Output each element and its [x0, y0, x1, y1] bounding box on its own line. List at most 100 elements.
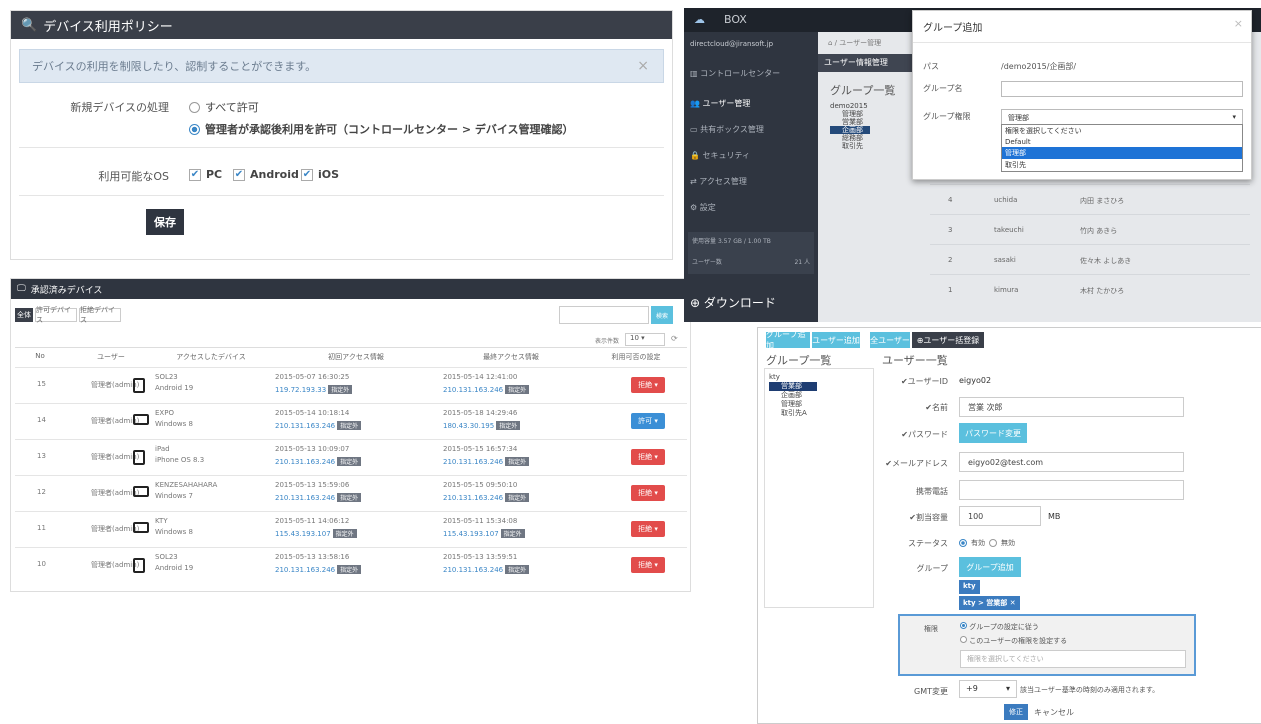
email-input[interactable]: eigyo02@test.com	[959, 452, 1184, 472]
os-label: 利用可能なOS	[98, 170, 169, 183]
group-add-screen: ☁ BOX directcloud@jiransoft.jp ▥ コントロールセ…	[684, 8, 1261, 322]
device-policy-panel: 🔍 デバイス利用ポリシー デバイスの利用を制限したり、認制することができます。 …	[10, 10, 673, 260]
account-email: directcloud@jiransoft.jp	[690, 40, 774, 48]
col-user: ユーザー	[97, 353, 125, 361]
cell-first-ip[interactable]: 210.131.163.246 指定外	[275, 421, 362, 430]
cell-os: Windows 7	[155, 492, 193, 500]
os-android-checkbox[interactable]: ✔ Android	[233, 168, 299, 181]
cell-first: 2015-05-14 10:18:14	[275, 409, 350, 417]
cell-first: 2015-05-07 16:30:25	[275, 373, 350, 381]
cell-last-ip[interactable]: 115.43.193.107 指定外	[443, 529, 525, 538]
radio-icon	[960, 622, 967, 629]
permission-toggle-button[interactable]: 拒絶 ▾	[631, 377, 665, 393]
cell-last: 2015-05-18 14:29:46	[443, 409, 518, 417]
cell-first-ip[interactable]: 119.72.193.33 指定外	[275, 385, 353, 394]
auth-select[interactable]: 権限を選択してください	[960, 650, 1186, 668]
change-password-button[interactable]: パスワード変更	[959, 423, 1027, 443]
divider	[19, 147, 664, 148]
permission-toggle-button[interactable]: 許可 ▾	[631, 413, 665, 429]
group-name-input[interactable]	[1001, 81, 1243, 97]
os-ios-checkbox[interactable]: ✔ iOS	[301, 168, 339, 181]
download-button[interactable]: ⊕ ダウンロード	[690, 294, 776, 311]
uid-label: ✔ユーザーID	[900, 377, 948, 386]
status-radios[interactable]: 有効 無効	[959, 538, 1015, 548]
tab-allowed[interactable]: 許可デバイス	[35, 306, 77, 324]
cell-first-ip[interactable]: 210.131.163.246 指定外	[275, 457, 362, 466]
per-page-select[interactable]: 10 ▾	[625, 333, 665, 346]
all-users-button[interactable]: 全ユーザー	[870, 332, 910, 348]
group-tree[interactable]: kty 営業部 企画部 管理部 取引先A	[765, 369, 873, 422]
option[interactable]: Default	[1002, 137, 1242, 147]
cell-first-ip[interactable]: 115.43.193.107 指定外	[275, 529, 357, 538]
cell-no: 10	[37, 560, 46, 568]
add-user-button[interactable]: ユーザー追加	[812, 332, 860, 348]
submit-button[interactable]: 修正	[1004, 704, 1028, 720]
chart-icon: ▥	[690, 69, 701, 78]
cell-first-ip[interactable]: 210.131.163.246 指定外	[275, 493, 362, 502]
gmt-note: 該当ユーザー基準の時刻のみ適用されます。	[1020, 686, 1160, 694]
tab-all[interactable]: 全体	[15, 308, 33, 322]
permission-toggle-button[interactable]: 拒絶 ▾	[631, 557, 665, 573]
sidebar-item-settings[interactable]: ⚙ 設定	[690, 202, 716, 213]
cell-first: 2015-05-13 13:58:16	[275, 553, 350, 561]
col-device: アクセスしたデバイス	[176, 353, 246, 361]
sidebar-item-security[interactable]: 🔒 セキュリティ	[690, 150, 750, 161]
tab-denied[interactable]: 拒絶デバイス	[79, 306, 121, 324]
devices-title: 承認済みデバイス	[30, 285, 103, 296]
radio-allow-all[interactable]: すべて許可	[189, 99, 259, 115]
auth-option-follow[interactable]: グループの設定に従う	[960, 622, 1039, 632]
sidebar-item-access[interactable]: ⇄ アクセス管理	[690, 176, 747, 187]
cell-os: Android 19	[155, 384, 194, 392]
os-pc-checkbox[interactable]: ✔ PC	[189, 168, 222, 181]
col-first-access: 初回アクセス情報	[328, 353, 384, 361]
cell-last-ip[interactable]: 180.43.30.195 指定外	[443, 421, 521, 430]
close-icon[interactable]: ×	[1234, 17, 1243, 30]
auth-option-custom[interactable]: このユーザーの権限を設定する	[960, 636, 1067, 646]
sidebar-item-control[interactable]: ▥ コントロールセンター	[690, 68, 780, 79]
group-tree[interactable]: demo2015 管理部 営業部 企画部 総務部 取引先	[830, 102, 870, 150]
new-device-label: 新規デバイスの処理	[70, 101, 169, 114]
uid-value: eigyo02	[959, 376, 992, 385]
monitor-icon: 🖵	[17, 284, 26, 294]
gmt-select[interactable]: +9 ▾	[959, 680, 1017, 698]
sidebar-item-shared[interactable]: ▭ 共有ボックス管理	[690, 124, 764, 135]
bulk-register-button[interactable]: ⊕ ユーザー括登録	[912, 332, 984, 348]
group-auth-select[interactable]: 管理部 ▾	[1001, 109, 1243, 125]
col-permission: 利用可否の設定	[611, 353, 661, 361]
auth-label: 権限	[924, 625, 938, 633]
option[interactable]: 権限を選択してください	[1002, 125, 1242, 137]
table-row: 13 管理者(admin) iPad iPhone OS 8.3 2015-05…	[15, 439, 687, 474]
cell-last-ip[interactable]: 210.131.163.246 指定外	[443, 385, 530, 394]
group-list-title: グループ一覧	[830, 84, 896, 97]
group-tree-box: kty 営業部 企画部 管理部 取引先A	[764, 368, 874, 608]
cancel-button[interactable]: キャンセル	[1031, 704, 1077, 720]
save-button[interactable]: 保存	[146, 209, 184, 235]
remove-icon[interactable]: ✕	[1010, 599, 1016, 607]
radio-admin-approve[interactable]: 管理者が承認後利用を許可（コントロールセンター > デバイス管理確認）	[189, 121, 574, 137]
cell-last: 2015-05-14 12:41:00	[443, 373, 518, 381]
group-auth-options[interactable]: 権限を選択してください Default 管理部 取引先	[1001, 124, 1243, 172]
cell-last-ip[interactable]: 210.131.163.246 指定外	[443, 493, 530, 502]
search-button[interactable]: 検索	[651, 306, 673, 324]
add-group-to-user-button[interactable]: グループ追加	[959, 557, 1021, 577]
cell-last-ip[interactable]: 210.131.163.246 指定外	[443, 457, 530, 466]
quota-input[interactable]: 100	[959, 506, 1041, 526]
cell-last-ip[interactable]: 210.131.163.246 指定外	[443, 565, 530, 574]
cell-first-ip[interactable]: 210.131.163.246 指定外	[275, 565, 362, 574]
name-input[interactable]: 営業 次郎	[959, 397, 1184, 417]
phone-input[interactable]	[959, 480, 1184, 500]
permission-toggle-button[interactable]: 拒絶 ▾	[631, 521, 665, 537]
search-input[interactable]	[559, 306, 649, 324]
group-name-label: グループ名	[923, 84, 963, 93]
permission-toggle-button[interactable]: 拒絶 ▾	[631, 485, 665, 501]
add-group-button[interactable]: グループ追加	[766, 330, 810, 350]
option[interactable]: 取引先	[1002, 159, 1242, 171]
sidebar-item-users[interactable]: 👥 ユーザー管理	[690, 98, 750, 109]
table-row: 15 管理者(admin) SOL23 Android 19 2015-05-0…	[15, 367, 687, 402]
close-icon[interactable]: ×	[637, 58, 649, 74]
cell-device: iPad	[155, 445, 170, 453]
permission-toggle-button[interactable]: 拒絶 ▾	[631, 449, 665, 465]
refresh-icon[interactable]: ⟳	[671, 334, 678, 343]
option-selected[interactable]: 管理部	[1002, 147, 1242, 159]
group-chip-sub: kty > 営業部 ✕	[959, 596, 1020, 610]
